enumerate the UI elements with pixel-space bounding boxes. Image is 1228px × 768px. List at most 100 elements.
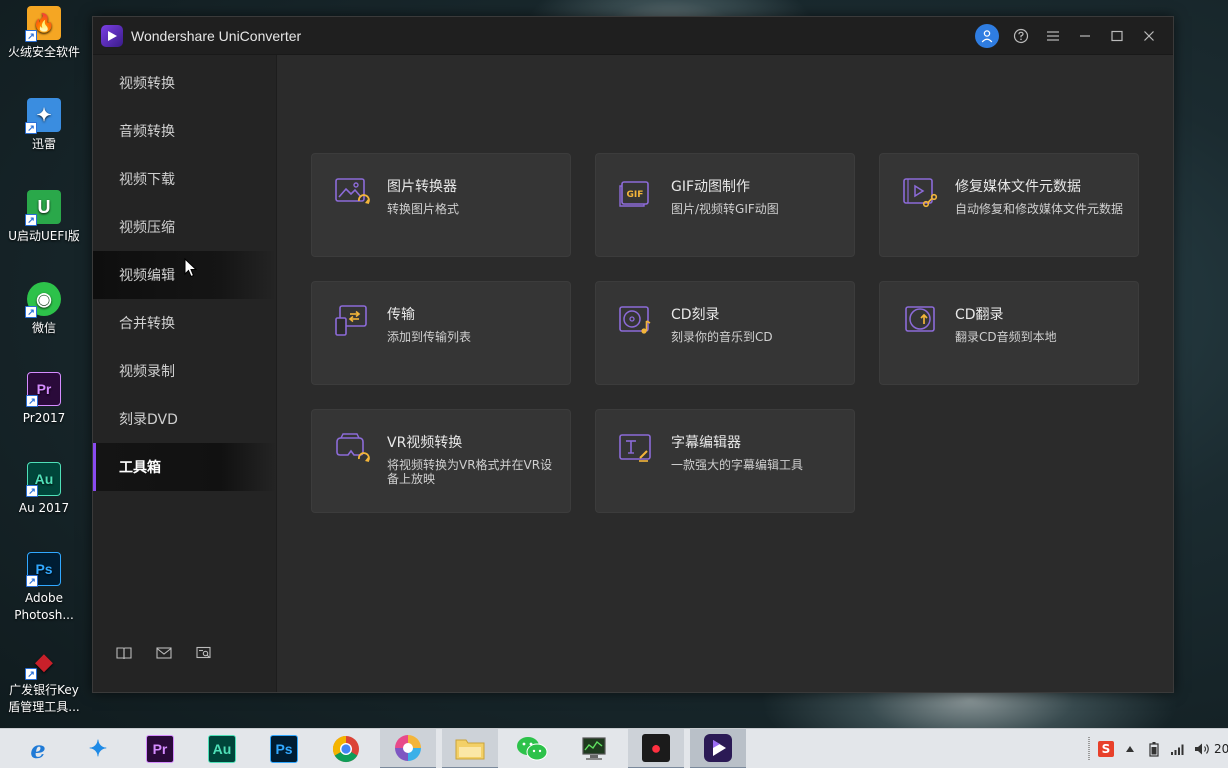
help-icon [1013,28,1029,44]
sidebar-item-label: 工具箱 [119,460,161,476]
mail-icon [156,647,172,659]
subtitle-icon [619,434,651,462]
sidebar-item-label: 视频下载 [119,172,175,188]
edge-icon: e [30,734,46,764]
taskbar-file-explorer-button[interactable] [442,729,498,768]
clock-text: 20 [1214,742,1228,756]
taskbar-edge-button[interactable]: e [10,729,66,768]
user-account-button[interactable] [975,24,999,48]
sidebar-item-video-edit[interactable]: 视频编辑 [93,251,276,299]
tool-card-image-converter[interactable]: 图片转换器 转换图片格式 [311,153,571,257]
taskbar-chrome-button[interactable] [318,729,374,768]
taskbar-monitor-button[interactable] [566,729,622,768]
tool-description: 自动修复和修改媒体文件元数据 [955,202,1124,216]
tool-card-fix-metadata[interactable]: 修复媒体文件元数据 自动修复和修改媒体文件元数据 [879,153,1139,257]
sidebar-item-label: 视频编辑 [119,268,175,284]
menu-button[interactable] [1037,17,1069,55]
tool-card-gif-maker[interactable]: GIF GIF动图制作 图片/视频转GIF动图 [595,153,855,257]
taskbar-photoshop-button[interactable]: Ps [256,729,312,768]
desktop-icon-uqidong[interactable]: U ↗ U启动UEFI版 [0,190,88,245]
tool-description: 一款强大的字幕编辑工具 [671,458,804,472]
desktop-icon-column: 🔥 ↗ 火绒安全软件 ✦ ↗ 迅雷 U ↗ U启动UEFI版 ◉ ↗ 微信 Pr ↗ Pr… [0,0,92,728]
title-bar[interactable]: Wondershare UniConverter [93,17,1173,55]
guide-button[interactable] [115,644,133,662]
taskbar-wechat-button[interactable] [504,729,560,768]
tool-title: CD刻录 [671,307,720,323]
minimize-button[interactable] [1069,17,1101,55]
tool-card-subtitle-editor[interactable]: 字幕编辑器 一款强大的字幕编辑工具 [595,409,855,513]
desktop-icon-cgb-key[interactable]: ◆ ↗ 广发银行Key 盾管理工具... [0,644,88,716]
premiere-icon: Pr ↗ [26,372,61,407]
taskbar-uniconverter-button[interactable] [690,729,746,768]
sidebar-item-label: 音频转换 [119,124,175,140]
tool-description: 添加到传输列表 [387,330,472,344]
desktop-icon-label: 微信 [31,321,56,335]
tool-title: 修复媒体文件元数据 [955,179,1081,195]
speaker-icon [1195,743,1209,755]
chrome-icon [332,735,359,763]
tool-card-cd-burner[interactable]: CD刻录 刻录你的音乐到CD [595,281,855,385]
tray-show-hidden-button[interactable] [1118,729,1142,768]
sidebar-item-merge-convert[interactable]: 合并转换 [93,299,276,347]
audition-icon: Au ↗ [26,462,61,497]
tool-card-vr-converter[interactable]: VR视频转换 将视频转换为VR格式并在VR设备上放映 [311,409,571,513]
help-button[interactable] [1005,17,1037,55]
xunlei-icon: ✦ [88,736,108,761]
sidebar-item-label: 刻录DVD [119,412,178,428]
feedback-button[interactable] [155,644,173,662]
premiere-icon: Pr [146,735,174,763]
tool-card-cd-ripper[interactable]: CD翻录 翻录CD音频到本地 [879,281,1139,385]
tool-description: 翻录CD音频到本地 [955,330,1057,344]
uniconverter-window: Wondershare UniConverter 视频转换 音频转换 视频下载 … [92,16,1174,693]
desktop-icon-label: 迅雷 [31,137,56,151]
taskbar-audition-button[interactable]: Au [194,729,250,768]
taskbar-recorder-button[interactable]: ● [628,729,684,768]
tray-volume-button[interactable] [1190,729,1214,768]
desktop-icon-label: Au 2017 [18,501,70,515]
record-icon: ● [642,734,670,762]
maximize-button[interactable] [1101,17,1133,55]
close-icon [1144,31,1154,41]
desktop-icon-photoshop[interactable]: Ps ↗ Adobe Photosh... [0,552,88,624]
window-controls [975,17,1165,55]
sidebar-item-screen-record[interactable]: 视频录制 [93,347,276,395]
desktop-icon-label: Pr2017 [22,411,66,425]
huorong-icon: 🔥 ↗ [25,6,61,42]
uniconverter-icon [704,734,732,762]
metadata-icon [903,178,938,208]
folder-icon [455,739,485,760]
book-icon [116,647,132,660]
tool-title: 字幕编辑器 [671,435,741,451]
sidebar-item-audio-convert[interactable]: 音频转换 [93,107,276,155]
tool-title: GIF动图制作 [671,179,751,195]
id-card-search-icon [196,646,211,659]
sidebar-item-burn-dvd[interactable]: 刻录DVD [93,395,276,443]
sidebar-item-video-download[interactable]: 视频下载 [93,155,276,203]
tray-ime-button[interactable]: S [1094,729,1118,768]
desktop-icon-premiere[interactable]: Pr ↗ Pr2017 [0,372,88,427]
tray-clock[interactable]: 20 [1214,729,1228,768]
uqidong-icon: U ↗ [25,190,61,226]
taskbar-premiere-button[interactable]: Pr [132,729,188,768]
sidebar-item-label: 视频录制 [119,364,175,380]
account-card-button[interactable] [195,644,213,662]
toolbox-content: 图片转换器 转换图片格式 GIF GIF动图制作 图片/视频转GIF动图 修复媒… [277,55,1173,692]
taskbar-xunlei-button[interactable]: ✦ [70,729,126,768]
tray-network-button[interactable] [1166,729,1190,768]
taskbar-pinwheel-button[interactable] [380,729,436,768]
desktop-icon-label: 广发银行Key 盾管理工具... [8,683,80,714]
close-button[interactable] [1133,17,1165,55]
tool-title: CD翻录 [955,307,1004,323]
sidebar-item-video-compress[interactable]: 视频压缩 [93,203,276,251]
desktop-icon-huorong[interactable]: 🔥 ↗ 火绒安全软件 [0,6,88,61]
taskbar: e ✦ Pr Au Ps ● S 20 [0,728,1228,768]
desktop-icon-xunlei[interactable]: ✦ ↗ 迅雷 [0,98,88,153]
desktop-icon-audition[interactable]: Au ↗ Au 2017 [0,462,88,517]
sogou-ime-icon: S [1098,741,1114,757]
desktop-icon-wechat[interactable]: ◉ ↗ 微信 [0,282,88,337]
tool-card-transfer[interactable]: 传输 添加到传输列表 [311,281,571,385]
tray-battery-button[interactable] [1142,729,1166,768]
sidebar-item-toolbox[interactable]: 工具箱 [93,443,276,491]
sidebar-item-video-convert[interactable]: 视频转换 [93,59,276,107]
sidebar: 视频转换 音频转换 视频下载 视频压缩 视频编辑 合并转换 视频录制 刻录DVD… [93,55,277,692]
